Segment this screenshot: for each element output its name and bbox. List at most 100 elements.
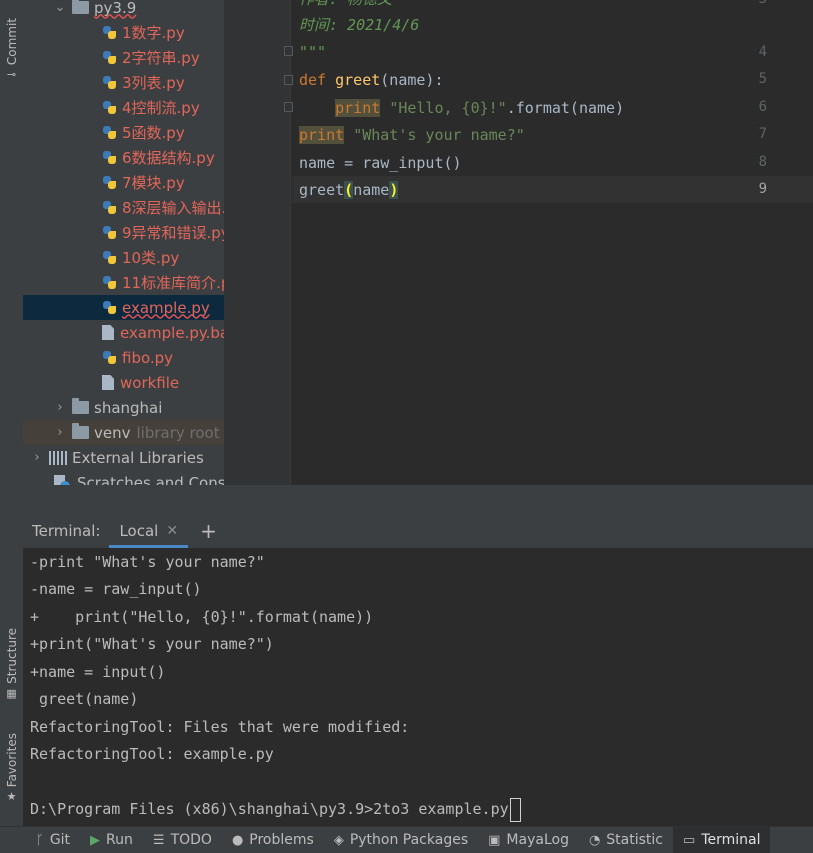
- left-tool-strip: Commit ⊸ Structure ▦ Favorites ★: [0, 0, 24, 826]
- code-line-def: def greet(name):: [299, 67, 444, 93]
- structure-tab-label: Structure: [4, 628, 19, 684]
- terminal-line: -name = raw_input(): [30, 580, 202, 598]
- tool-tab-mayalog[interactable]: ▣ MayaLog: [478, 827, 579, 853]
- tool-tab-run[interactable]: ▶ Run: [80, 827, 143, 853]
- file-label: example.py: [122, 298, 210, 317]
- text-file-icon: [102, 325, 114, 340]
- terminal-output[interactable]: -print "What's your name?" -name = raw_i…: [23, 548, 813, 826]
- run-icon: ▶: [90, 832, 101, 848]
- panel-splitter[interactable]: [23, 485, 813, 513]
- code-editor[interactable]: 3 4 5 6 7 8 9 作者: 杨德文 时间: 2021/4/6 """ d…: [224, 0, 813, 485]
- folder-label: venv: [94, 423, 131, 442]
- tree-file[interactable]: 1数字.py: [23, 20, 224, 45]
- tree-file[interactable]: 6数据结构.py: [23, 145, 224, 170]
- chevron-right-icon: ›: [57, 400, 63, 415]
- tool-tab-label: Terminal: [701, 832, 761, 848]
- tree-file[interactable]: 11标准库简介.p: [23, 270, 224, 295]
- line-number: 8: [758, 154, 767, 170]
- tool-tab-git[interactable]: ᚴ Git: [0, 827, 80, 853]
- tree-file[interactable]: 8深层输入输出.: [23, 195, 224, 220]
- terminal-tab-local[interactable]: Local ✕: [109, 513, 188, 548]
- terminal-line: -print "What's your name?": [30, 553, 265, 571]
- keyword: print: [335, 99, 381, 117]
- file-label: 3列表.py: [122, 74, 185, 92]
- file-label: example.py.ba: [120, 323, 224, 342]
- line-number: 3: [759, 0, 767, 7]
- tree-file[interactable]: 5函数.py: [23, 120, 224, 145]
- python-file-icon: [102, 275, 118, 291]
- terminal-line: greet(name): [30, 690, 139, 708]
- terminal-header: Terminal: Local ✕ +: [23, 513, 813, 549]
- file-label: fibo.py: [122, 348, 174, 367]
- code-line-date: 时间: 2021/4/6: [299, 16, 420, 34]
- tool-tab-problems[interactable]: ● Problems: [222, 827, 324, 853]
- function-name: greet: [335, 71, 381, 89]
- file-label: workfile: [120, 373, 180, 392]
- terminal-line: + print("Hello, {0}!".format(name)): [30, 608, 374, 626]
- star-icon: ★: [6, 790, 17, 804]
- tool-tab-label: Python Packages: [349, 832, 469, 848]
- line-gutter: [226, 0, 291, 485]
- matched-paren: (: [344, 181, 354, 199]
- terminal-line: RefactoringTool: Files that were modifie…: [30, 718, 410, 736]
- code-line-greet: greet(name): [299, 177, 399, 203]
- python-file-icon: [102, 75, 118, 91]
- tree-file[interactable]: 3列表.py: [23, 70, 224, 95]
- tool-tab-label: MayaLog: [506, 832, 569, 848]
- terminal-tab-label: Local: [119, 521, 159, 540]
- tree-file[interactable]: 10类.py: [23, 245, 224, 270]
- python-file-icon: [102, 200, 118, 216]
- tree-file[interactable]: 7模块.py: [23, 170, 224, 195]
- tree-file[interactable]: workfile: [23, 370, 224, 395]
- chevron-right-icon: ›: [57, 425, 63, 440]
- commit-icon: ⊸: [6, 68, 17, 82]
- folder-icon: [72, 398, 89, 414]
- commit-tool-tab[interactable]: Commit ⊸: [0, 18, 23, 81]
- tool-tab-python-packages[interactable]: ◈ Python Packages: [324, 827, 478, 853]
- tree-file[interactable]: 9异常和错误.py: [23, 220, 224, 245]
- tool-tab-terminal[interactable]: ▭ Terminal: [673, 827, 771, 853]
- close-icon[interactable]: ✕: [166, 523, 178, 539]
- python-file-icon: [102, 175, 118, 191]
- structure-tool-tab[interactable]: Structure ▦: [0, 628, 23, 700]
- terminal-line: +print("What's your name?"): [30, 635, 274, 653]
- tree-file[interactable]: 2字符串.py: [23, 45, 224, 70]
- fold-marker-icon[interactable]: [284, 75, 293, 85]
- folder-icon: [72, 423, 89, 439]
- python-file-icon: [102, 250, 118, 266]
- file-label: 1数字.py: [122, 24, 185, 42]
- favorites-tool-tab[interactable]: Favorites ★: [0, 733, 23, 803]
- tool-tab-todo[interactable]: ☰ TODO: [143, 827, 222, 853]
- python-file-icon: [102, 150, 118, 166]
- fold-marker-icon[interactable]: [284, 46, 293, 56]
- python-file-icon: [102, 300, 118, 316]
- tree-file[interactable]: fibo.py: [23, 345, 224, 370]
- todo-icon: ☰: [152, 832, 165, 848]
- line-number: 7: [758, 126, 767, 142]
- tree-external-libraries[interactable]: › External Libraries: [23, 445, 224, 470]
- tree-folder-venv[interactable]: › venv library root: [23, 420, 224, 445]
- maya-icon: ▣: [488, 832, 501, 848]
- tree-folder-py39[interactable]: ⌄ py3.9: [23, 0, 224, 20]
- tool-tab-statistic[interactable]: ◔ Statistic: [579, 827, 673, 853]
- tree-file[interactable]: 4控制流.py: [23, 95, 224, 120]
- matched-paren: ): [389, 181, 399, 199]
- file-label: 9异常和错误.py: [122, 224, 224, 242]
- tree-file[interactable]: example.py.ba: [23, 320, 224, 345]
- tree-folder-shanghai[interactable]: › shanghai: [23, 395, 224, 420]
- python-file-icon: [102, 350, 118, 366]
- chevron-right-icon: ›: [34, 450, 40, 465]
- tree-file-selected[interactable]: example.py: [23, 295, 224, 320]
- python-file-icon: [102, 125, 118, 141]
- string-literal: "What's your name?": [353, 126, 525, 144]
- add-tab-icon[interactable]: +: [200, 519, 217, 543]
- code-line-author: 作者: 杨德文: [299, 0, 392, 12]
- keyword: print: [299, 126, 345, 144]
- favorites-tab-label: Favorites: [4, 733, 19, 788]
- fold-marker-icon[interactable]: [284, 102, 293, 112]
- terminal-line: +name = input(): [30, 663, 166, 681]
- file-label: 11标准库简介.p: [122, 274, 224, 292]
- terminal-prompt-line[interactable]: D:\Program Files (x86)\shanghai\py3.9>2t…: [30, 796, 521, 823]
- python-file-icon: [102, 25, 118, 41]
- python-file-icon: [102, 100, 118, 116]
